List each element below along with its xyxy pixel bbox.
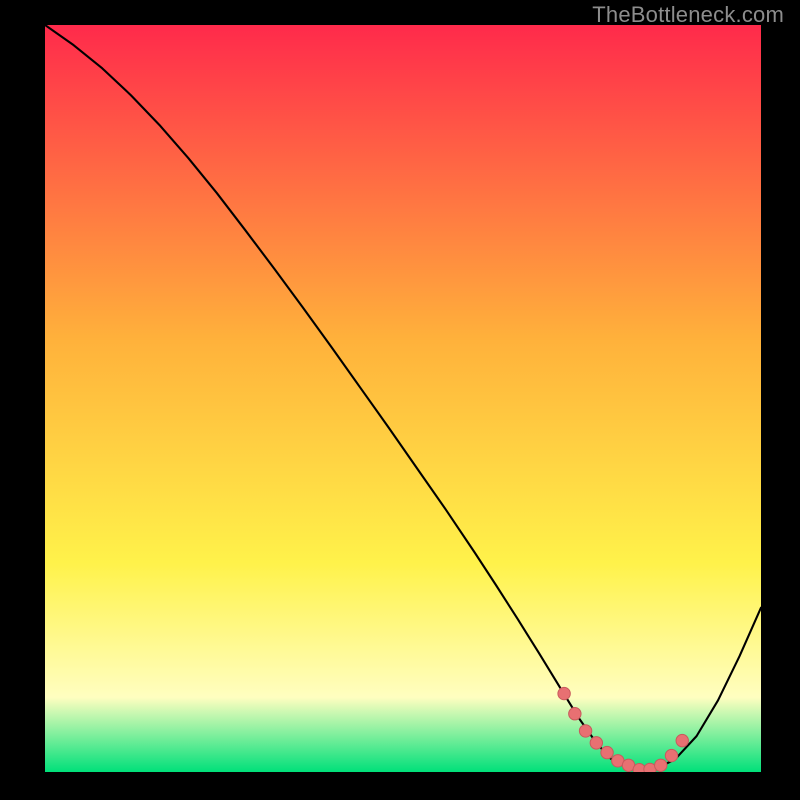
optimal-marker <box>665 749 677 761</box>
gradient-background <box>45 25 761 772</box>
optimal-marker <box>558 687 570 699</box>
optimal-marker <box>579 725 591 737</box>
optimal-marker <box>655 759 667 771</box>
optimal-marker <box>601 746 613 758</box>
plot-area <box>45 25 761 772</box>
watermark-text: TheBottleneck.com <box>592 2 784 28</box>
optimal-marker <box>676 734 688 746</box>
optimal-marker <box>590 737 602 749</box>
optimal-marker <box>569 708 581 720</box>
chart-frame: TheBottleneck.com <box>0 0 800 800</box>
chart-svg <box>45 25 761 772</box>
